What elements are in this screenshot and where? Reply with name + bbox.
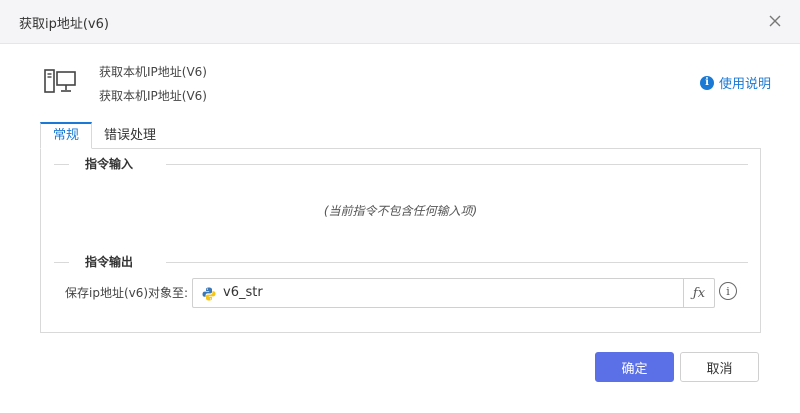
output-variable-input[interactable]: v6_str ƒx bbox=[192, 278, 715, 308]
info-circle-icon: i bbox=[699, 75, 714, 90]
input-section-header: 指令输入 bbox=[54, 157, 748, 171]
divider bbox=[54, 164, 69, 165]
command-name: 获取本机IP地址(V6) bbox=[99, 65, 207, 79]
info-icon[interactable]: i bbox=[719, 282, 737, 300]
output-variable-value: v6_str bbox=[223, 285, 263, 300]
cancel-button[interactable]: 取消 bbox=[680, 352, 759, 382]
help-link[interactable]: i 使用说明 bbox=[699, 73, 771, 92]
close-icon[interactable] bbox=[766, 12, 784, 30]
computer-icon bbox=[44, 68, 76, 96]
ok-button[interactable]: 确定 bbox=[595, 352, 674, 382]
output-section-title: 指令输出 bbox=[85, 255, 134, 269]
save-object-label: 保存ip地址(v6)对象至: bbox=[65, 286, 189, 300]
help-label: 使用说明 bbox=[718, 77, 771, 92]
command-description: 获取本机IP地址(V6) bbox=[99, 89, 207, 103]
output-section-header: 指令输出 bbox=[54, 255, 748, 269]
tab-bar: 常规 错误处理 bbox=[40, 122, 168, 149]
python-icon bbox=[202, 286, 216, 301]
dialog-title: 获取ip地址(v6) bbox=[19, 17, 109, 32]
title-bar: 获取ip地址(v6) bbox=[0, 0, 800, 44]
tab-panel-general: 指令输入 (当前指令不包含任何输入项) 指令输出 保存ip地址(v6)对象至: … bbox=[40, 148, 761, 333]
dialog: 获取ip地址(v6) 获取本机IP地址(V6) 获取本机IP地址(V6) i 使… bbox=[0, 0, 800, 413]
divider bbox=[54, 262, 69, 263]
fx-icon[interactable]: ƒx bbox=[683, 279, 714, 307]
no-input-message: (当前指令不包含任何输入项) bbox=[323, 204, 478, 218]
divider bbox=[166, 164, 748, 165]
input-section-title: 指令输入 bbox=[85, 157, 134, 171]
tab-general[interactable]: 常规 bbox=[40, 122, 93, 149]
tab-error-handling[interactable]: 错误处理 bbox=[92, 122, 168, 149]
divider bbox=[166, 262, 748, 263]
